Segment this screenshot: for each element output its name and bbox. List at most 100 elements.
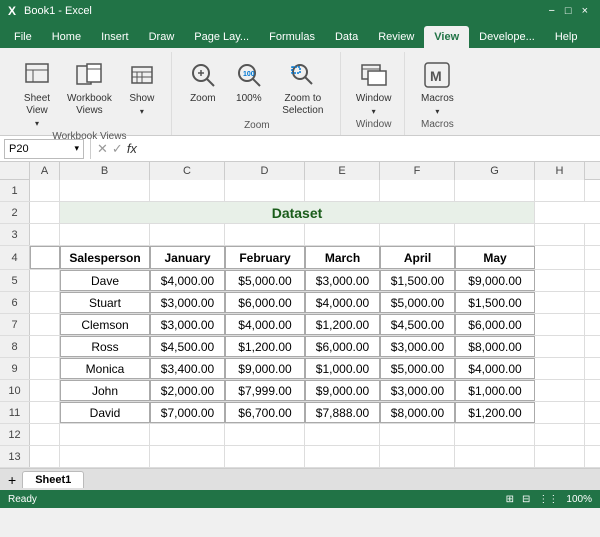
cell-a4[interactable] <box>30 246 60 269</box>
cell-b8[interactable]: Ross <box>60 336 150 357</box>
col-header-e[interactable]: E <box>305 162 380 180</box>
tab-pagelayout[interactable]: Page Lay... <box>184 26 259 48</box>
col-header-d[interactable]: D <box>225 162 305 180</box>
tab-file[interactable]: File <box>4 26 42 48</box>
cell-g1[interactable] <box>455 180 535 201</box>
window-controls[interactable]: − □ × <box>544 5 592 17</box>
zoom-button[interactable]: Zoom <box>182 56 224 108</box>
cell-a10[interactable] <box>30 380 60 401</box>
tab-review[interactable]: Review <box>368 26 424 48</box>
cell-d11[interactable]: $6,700.00 <box>225 402 305 423</box>
zoom-100-button[interactable]: 100 100% <box>228 56 270 108</box>
cell-d12[interactable] <box>225 424 305 445</box>
sheet-tab-1[interactable]: Sheet1 <box>22 471 84 488</box>
cell-h8[interactable] <box>535 336 585 357</box>
cell-a5[interactable] <box>30 270 60 291</box>
col-header-c[interactable]: C <box>150 162 225 180</box>
cell-d5[interactable]: $5,000.00 <box>225 270 305 291</box>
cell-b13[interactable] <box>60 446 150 467</box>
cell-d8[interactable]: $1,200.00 <box>225 336 305 357</box>
view-pagebreak-icon[interactable]: ⋮⋮ <box>538 494 558 505</box>
cell-f10[interactable]: $3,000.00 <box>380 380 455 401</box>
cell-e11[interactable]: $7,888.00 <box>305 402 380 423</box>
cell-b12[interactable] <box>60 424 150 445</box>
cell-g12[interactable] <box>455 424 535 445</box>
cell-d10[interactable]: $7,999.00 <box>225 380 305 401</box>
cell-b2-dataset[interactable]: Dataset <box>60 202 535 223</box>
sheet-view-button[interactable]: SheetView ▾ <box>16 56 58 131</box>
cell-h12[interactable] <box>535 424 585 445</box>
cell-f13[interactable] <box>380 446 455 467</box>
cell-f12[interactable] <box>380 424 455 445</box>
add-sheet-button[interactable]: + <box>4 472 20 488</box>
cell-g8[interactable]: $8,000.00 <box>455 336 535 357</box>
close-icon[interactable]: × <box>578 5 592 17</box>
cancel-formula-icon[interactable]: ✕ <box>97 141 108 157</box>
cell-e5[interactable]: $3,000.00 <box>305 270 380 291</box>
cell-c6[interactable]: $3,000.00 <box>150 292 225 313</box>
cell-g13[interactable] <box>455 446 535 467</box>
cell-f8[interactable]: $3,000.00 <box>380 336 455 357</box>
tab-developer[interactable]: Develope... <box>469 26 545 48</box>
minimize-icon[interactable]: − <box>544 5 558 17</box>
cell-f4[interactable]: April <box>380 246 455 269</box>
cell-d4[interactable]: February <box>225 246 305 269</box>
cell-a9[interactable] <box>30 358 60 379</box>
col-header-f[interactable]: F <box>380 162 455 180</box>
cell-h4[interactable] <box>535 246 585 269</box>
cell-d9[interactable]: $9,000.00 <box>225 358 305 379</box>
cell-g6[interactable]: $1,500.00 <box>455 292 535 313</box>
cell-f9[interactable]: $5,000.00 <box>380 358 455 379</box>
view-normal-icon[interactable]: ⊞ <box>506 494 514 505</box>
cell-f1[interactable] <box>380 180 455 201</box>
tab-data[interactable]: Data <box>325 26 368 48</box>
cell-d3[interactable] <box>225 224 305 245</box>
cell-a12[interactable] <box>30 424 60 445</box>
col-header-h[interactable]: H <box>535 162 585 180</box>
zoom-selection-button[interactable]: Zoom to Selection <box>274 56 332 120</box>
col-header-g[interactable]: G <box>455 162 535 180</box>
cell-e12[interactable] <box>305 424 380 445</box>
formula-input[interactable] <box>141 143 596 155</box>
cell-e4[interactable]: March <box>305 246 380 269</box>
cell-h9[interactable] <box>535 358 585 379</box>
cell-f6[interactable]: $5,000.00 <box>380 292 455 313</box>
cell-h1[interactable] <box>535 180 585 201</box>
cell-e3[interactable] <box>305 224 380 245</box>
cell-a6[interactable] <box>30 292 60 313</box>
cell-c3[interactable] <box>150 224 225 245</box>
cell-a7[interactable] <box>30 314 60 335</box>
cell-c12[interactable] <box>150 424 225 445</box>
confirm-formula-icon[interactable]: ✓ <box>112 141 123 157</box>
cell-c7[interactable]: $3,000.00 <box>150 314 225 335</box>
cell-a1[interactable] <box>30 180 60 201</box>
cell-b11[interactable]: David <box>60 402 150 423</box>
cell-f11[interactable]: $8,000.00 <box>380 402 455 423</box>
cell-h11[interactable] <box>535 402 585 423</box>
zoom-level[interactable]: 100% <box>566 494 592 505</box>
cell-h10[interactable] <box>535 380 585 401</box>
cell-g5[interactable]: $9,000.00 <box>455 270 535 291</box>
cell-e13[interactable] <box>305 446 380 467</box>
cell-e9[interactable]: $1,000.00 <box>305 358 380 379</box>
cell-f5[interactable]: $1,500.00 <box>380 270 455 291</box>
cell-g3[interactable] <box>455 224 535 245</box>
tab-view[interactable]: View <box>424 26 469 48</box>
cell-c9[interactable]: $3,400.00 <box>150 358 225 379</box>
cell-a11[interactable] <box>30 402 60 423</box>
cell-e1[interactable] <box>305 180 380 201</box>
tab-home[interactable]: Home <box>42 26 91 48</box>
cell-a13[interactable] <box>30 446 60 467</box>
cell-c10[interactable]: $2,000.00 <box>150 380 225 401</box>
cell-e8[interactable]: $6,000.00 <box>305 336 380 357</box>
cell-c11[interactable]: $7,000.00 <box>150 402 225 423</box>
cell-d6[interactable]: $6,000.00 <box>225 292 305 313</box>
cell-c8[interactable]: $4,500.00 <box>150 336 225 357</box>
cell-a3[interactable] <box>30 224 60 245</box>
cell-e6[interactable]: $4,000.00 <box>305 292 380 313</box>
cell-g4[interactable]: May <box>455 246 535 269</box>
cell-d13[interactable] <box>225 446 305 467</box>
cell-b3[interactable] <box>60 224 150 245</box>
cell-b7[interactable]: Clemson <box>60 314 150 335</box>
cell-g9[interactable]: $4,000.00 <box>455 358 535 379</box>
